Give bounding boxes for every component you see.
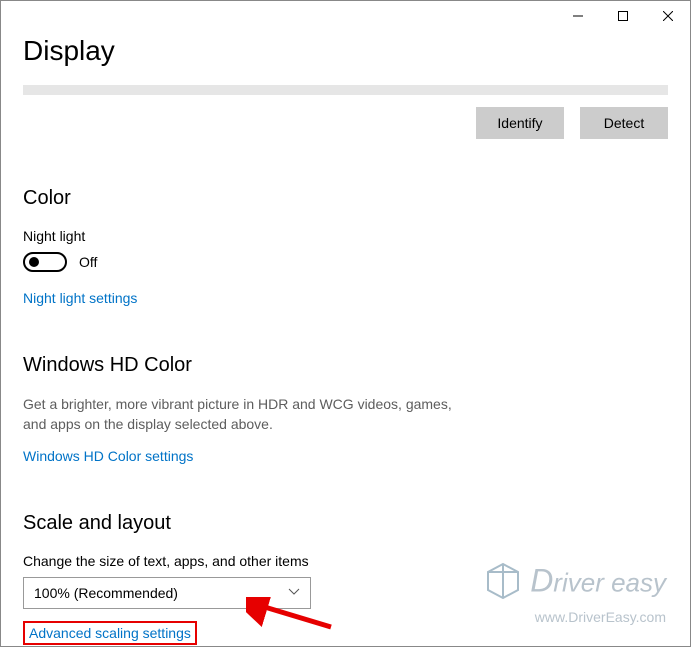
detect-button[interactable]: Detect — [580, 107, 668, 139]
night-light-label: Night light — [23, 228, 668, 244]
hd-color-description: Get a brighter, more vibrant picture in … — [23, 395, 463, 434]
advanced-scaling-highlight: Advanced scaling settings — [23, 621, 197, 645]
scale-dropdown-value: 100% (Recommended) — [34, 585, 178, 601]
close-button[interactable] — [645, 1, 690, 31]
chevron-down-icon — [288, 587, 300, 599]
toggle-knob — [29, 257, 39, 267]
identify-button[interactable]: Identify — [476, 107, 564, 139]
change-size-label: Change the size of text, apps, and other… — [23, 553, 668, 569]
minimize-button[interactable] — [555, 1, 600, 31]
display-arrangement-bar — [23, 85, 668, 95]
maximize-button[interactable] — [600, 1, 645, 31]
advanced-scaling-link[interactable]: Advanced scaling settings — [29, 625, 191, 641]
night-light-state: Off — [79, 254, 97, 270]
scale-heading: Scale and layout — [23, 512, 668, 535]
window-titlebar — [1, 1, 690, 31]
color-heading: Color — [23, 187, 668, 210]
display-buttons-row: Identify Detect — [23, 107, 668, 139]
night-light-settings-link[interactable]: Night light settings — [23, 290, 137, 306]
page-title: Display — [23, 35, 668, 67]
scale-dropdown[interactable]: 100% (Recommended) — [23, 577, 311, 609]
hd-color-settings-link[interactable]: Windows HD Color settings — [23, 448, 193, 464]
hd-color-heading: Windows HD Color — [23, 354, 668, 377]
night-light-toggle[interactable] — [23, 252, 67, 272]
